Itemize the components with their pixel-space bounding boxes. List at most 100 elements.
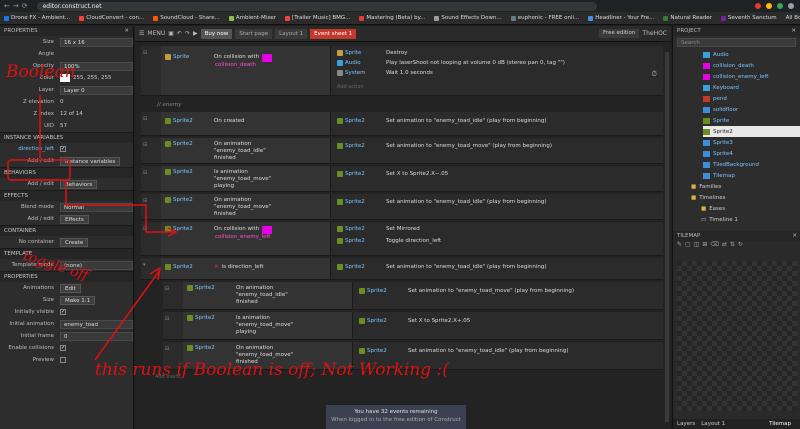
effects-button[interactable]: Effects (60, 214, 89, 224)
behaviors-section[interactable]: BEHAVIORS (0, 167, 133, 178)
bookmark-item[interactable]: Seventh Sanctum (720, 15, 777, 21)
free-edition-badge[interactable]: Free edition (599, 29, 640, 38)
event-condition[interactable]: Sprite2 On collision with collision_enemy… (161, 222, 331, 255)
bookmark-item[interactable]: Mastering (Beta) by... (359, 15, 425, 21)
event-row[interactable]: ⊟ Sprite2 On created Sprite2 Set animation… (141, 112, 663, 136)
tab-layout-1[interactable]: Layout 1 (275, 28, 308, 39)
nav-arrows-icon[interactable]: ←→⟳ (4, 2, 31, 10)
tree-item-object[interactable]: TiledBackground (703, 159, 800, 170)
event-actions[interactable]: Sprite2 Set X to Sprite2.X+.05 (355, 312, 663, 339)
buy-now-button[interactable]: Buy now (200, 28, 233, 39)
extension-icon[interactable] (755, 3, 761, 9)
event-actions[interactable]: Sprite2 Set animation to "enemy_toad_idle… (333, 258, 663, 279)
create-button[interactable]: Create (60, 237, 89, 247)
menu-button[interactable]: MENU (147, 30, 165, 37)
tree-item-timeline-1[interactable]: ▭ Timeline 1 (691, 214, 800, 225)
save-icon[interactable]: ▣ (168, 30, 174, 37)
play-icon[interactable]: ▶ (193, 30, 198, 37)
event-actions[interactable]: Sprite2 Set Mirrored Sprite2 Toggle direct… (333, 222, 663, 255)
instance-vars-section[interactable]: INSTANCE VARIABLES (0, 132, 133, 143)
tilemap-tools[interactable]: ✎▢◫⊞⌫⇄⇅↻ (673, 241, 800, 251)
user-name[interactable]: TheHOC (642, 30, 667, 37)
event-actions[interactable]: Sprite2 Set X to Sprite2.X−.05 (333, 166, 663, 191)
make-1-1-button[interactable]: Make 1:1 (60, 295, 96, 305)
event-comment[interactable]: // enemy (157, 102, 181, 108)
event-actions[interactable]: Sprite2 Set animation to "enemy_toad_idle… (355, 342, 663, 369)
events-remaining-notice[interactable]: You have 32 events remaining When logged… (326, 405, 466, 429)
event-condition[interactable]: Sprite2 On animation "enemy_toad_idle" fi… (183, 282, 353, 309)
checkbox-icon[interactable]: ✓ (60, 309, 66, 315)
event-condition[interactable]: Sprite2 On animation "enemy_toad_move" fi… (161, 194, 331, 219)
event-row[interactable]: ⊟ Sprite2 On collision with collision_ene… (141, 222, 663, 256)
bookmark-item[interactable]: Ambient-Mixer (228, 15, 276, 21)
tree-item-object[interactable]: Audio (703, 49, 800, 60)
profile-icon[interactable] (788, 3, 794, 9)
bookmark-item[interactable]: SoundCloud - Share... (153, 15, 220, 21)
tree-item-timelines[interactable]: ■ Timelines (691, 192, 800, 203)
tab-layout-1-bottom[interactable]: Layout 1 (701, 421, 725, 427)
tree-item-object[interactable]: Keyboard (703, 82, 800, 93)
instance-vars-button[interactable]: Instance variables (60, 156, 121, 166)
event-condition[interactable]: Sprite2 Is animation "enemy_toad_move" pl… (183, 312, 353, 339)
event-condition[interactable]: Sprite On collision with collision_death (161, 46, 331, 95)
sub-event-row[interactable]: ⊟ Sprite2 On animation "enemy_toad_move" … (163, 342, 663, 370)
event-actions[interactable]: Sprite2 Set animation to "enemy_toad_move… (333, 138, 663, 163)
url-field[interactable]: editor.construct.net (36, 1, 597, 11)
bookmark-item[interactable]: [Trailer Music] BMG... (285, 15, 350, 21)
redo-icon[interactable]: ↷ (185, 30, 190, 37)
checkbox-icon[interactable]: ✓ (60, 146, 66, 152)
add-event-link[interactable]: Add event (155, 374, 181, 380)
tree-item-object[interactable]: collision_enemy_left (703, 71, 800, 82)
checkbox-icon[interactable] (60, 357, 66, 363)
tree-item-object[interactable]: Sprite2 (703, 126, 800, 137)
event-condition[interactable]: Sprite2 On created (161, 112, 331, 135)
tree-item-eases[interactable]: ■ Eases (691, 203, 800, 214)
add-action-link[interactable]: Add action (337, 84, 364, 90)
project-search-input[interactable]: Search (677, 38, 796, 47)
event-actions[interactable]: Sprite2 Set animation to "enemy_toad_idle… (333, 194, 663, 219)
bookmark-item[interactable]: Sound Effects Down... (434, 15, 502, 21)
bookmark-item[interactable]: CloudConvert - con... (79, 15, 144, 21)
tree-item-object[interactable]: Sprite4 (703, 148, 800, 159)
edit-animations-button[interactable]: Edit (60, 283, 81, 293)
tab-event-sheet-1[interactable]: Event sheet 1 (310, 28, 357, 39)
tree-item-object[interactable]: collision_death (703, 60, 800, 71)
tree-item-object[interactable]: Sprite3 (703, 137, 800, 148)
tab-tilemap[interactable]: Tilemap (769, 421, 791, 427)
undo-icon[interactable]: ↶ (177, 30, 182, 37)
event-row[interactable]: ⊟ Sprite2 On animation "enemy_toad_idle" … (141, 138, 663, 164)
tab-start-page[interactable]: Start page (235, 28, 273, 39)
tileset-preview[interactable] (677, 261, 797, 411)
checkbox-icon[interactable]: ✓ (60, 345, 66, 351)
sub-event-row[interactable]: ⊟ Sprite2 On animation "enemy_toad_idle" … (163, 282, 663, 310)
event-row[interactable]: ⊟ Sprite On collision with collision_dea… (141, 46, 663, 96)
bookmark-item[interactable]: Natural Reader (663, 15, 712, 21)
event-condition[interactable]: Sprite2 Is animation "enemy_toad_move" pl… (161, 166, 331, 191)
event-condition[interactable]: Sprite2 On animation "enemy_toad_idle" fi… (161, 138, 331, 163)
sub-event-row[interactable]: ⊟ Sprite2 Is animation "enemy_toad_move" … (163, 312, 663, 340)
event-condition[interactable]: Sprite2 On animation "enemy_toad_move" fi… (183, 342, 353, 369)
event-actions[interactable]: Sprite Destroy Audio Play laserShoot not l… (333, 46, 663, 95)
container-section[interactable]: CONTAINER (0, 225, 133, 236)
extension-icon[interactable] (766, 3, 772, 9)
event-row[interactable]: ▾ Sprite2 ✕ is direction_left Sprite2 Set a… (141, 258, 663, 280)
event-actions[interactable]: Sprite2 Set animation to "enemy_toad_idle… (333, 112, 663, 135)
tab-layers[interactable]: Layers (677, 421, 695, 427)
tree-item-object[interactable]: solidfloor (703, 104, 800, 115)
bookmark-item[interactable]: Headliner - Your Fre... (588, 15, 654, 21)
tree-item-object[interactable]: Tilemap (703, 170, 800, 181)
close-icon[interactable]: ✕ (124, 26, 129, 36)
template-section[interactable]: TEMPLATE (0, 248, 133, 259)
bookmark-item[interactable]: euphonic - FREE onli... (510, 15, 579, 21)
event-actions[interactable]: Sprite2 Set animation to "enemy_toad_move… (355, 282, 663, 309)
behaviors-button[interactable]: Behaviors (60, 179, 98, 189)
tree-item-object[interactable]: pend (703, 93, 800, 104)
effects-section[interactable]: EFFECTS (0, 190, 133, 201)
extension-icon[interactable] (777, 3, 783, 9)
event-row[interactable]: ⊟ Sprite2 On animation "enemy_toad_move" … (141, 194, 663, 220)
tree-item-families[interactable]: ■ Families (691, 181, 800, 192)
close-icon[interactable]: ✕ (791, 26, 796, 36)
event-row[interactable]: ⊟ Sprite2 Is animation "enemy_toad_move" … (141, 166, 663, 192)
bookmark-item[interactable]: Drone FX - Ambient... (4, 15, 70, 21)
event-condition[interactable]: Sprite2 ✕ is direction_left (161, 258, 331, 279)
